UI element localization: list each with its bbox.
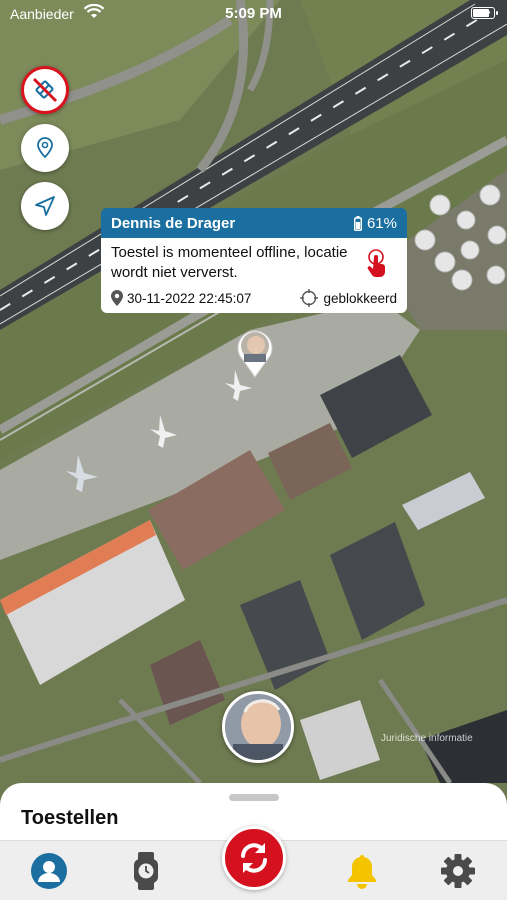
navigation-arrow-icon [35,196,55,216]
battery-icon [471,7,498,19]
user-profile-icon [31,853,67,889]
battery-percentage: 61% [366,214,397,232]
offline-message: Toestel is momenteel offline, locatie wo… [111,244,348,281]
refresh-icon [241,843,267,873]
lock-status: geblokkeerd [300,289,397,307]
device-battery: 61% [353,214,397,232]
geofence-toggle-button[interactable] [21,66,69,114]
device-info-popup[interactable]: Dennis de Drager 61% Toestel is momentee… [101,208,407,313]
gear-icon [441,854,475,888]
lock-status-label: geblokkeerd [323,290,397,306]
refresh-button[interactable] [222,826,286,890]
device-owner-name: Dennis de Drager [111,214,236,232]
tab-alerts[interactable] [340,849,384,893]
popup-header: Dennis de Drager 61% [101,208,407,238]
tap-icon[interactable] [363,248,393,283]
location-pin-icon [111,290,123,306]
show-location-button[interactable] [21,124,69,172]
device-avatar[interactable] [222,691,294,763]
sheet-grabber[interactable] [229,794,279,801]
map-legal-link[interactable]: Juridische informatie [381,733,473,744]
tab-profile[interactable] [27,849,71,893]
status-bar: Aanbieder 5:09 PM [0,0,507,28]
tab-watch[interactable] [124,849,168,893]
satellite-map[interactable] [0,0,507,900]
clock: 5:09 PM [225,5,282,22]
avatar-photo [225,694,291,760]
navigate-button[interactable] [21,182,69,230]
smartwatch-icon [134,852,158,890]
popup-body: Toestel is momenteel offline, locatie wo… [101,238,407,313]
sheet-title: Toestellen [21,807,119,829]
crosshair-icon [300,289,319,307]
battery-icon [353,215,362,231]
tab-settings[interactable] [436,849,480,893]
last-update: 30-11-2022 22:45:07 [111,290,251,306]
device-location-marker[interactable] [236,328,274,378]
last-update-datetime: 30-11-2022 22:45:07 [127,290,252,306]
geofence-off-icon [32,77,58,103]
bell-icon [348,855,376,889]
map-imagery [0,0,507,900]
map-pin-icon [37,137,53,159]
